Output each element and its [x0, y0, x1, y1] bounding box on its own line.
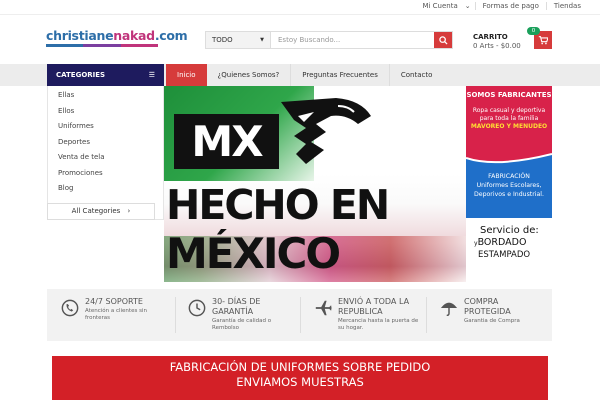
menu-item-preguntas-frecuentes[interactable]: Preguntas Frecuentes [291, 64, 390, 86]
menu-item-contacto[interactable]: Contacto [390, 64, 444, 86]
feature-protection: COMPRA PROTEGIDA Garantia de Compra [440, 297, 550, 333]
promo-subtext: Ropa casual y deportiva para toda la fam… [470, 107, 548, 130]
eagle-icon [281, 98, 371, 164]
menu-item-quienes-somos[interactable]: ¿Quienes Somos? [207, 64, 292, 86]
promo-heading: SOMOS FABRICANTES [466, 91, 552, 99]
chevron-right-icon: › [127, 207, 131, 215]
sidebar-item-ellas[interactable]: Ellas [48, 88, 163, 104]
cart-total: 0 Arts - $0.00 [473, 42, 521, 50]
phone-support-icon [61, 299, 79, 317]
category-sidebar: Ellas Ellos Uniformes Deportes Venta de … [47, 86, 164, 220]
airplane-icon [315, 300, 332, 316]
caret-down-icon: ▼ [260, 37, 264, 43]
feature-divider [175, 297, 176, 333]
sidebar-item-promociones[interactable]: Promociones [48, 166, 163, 182]
bottom-banner-text: FABRICACIÓN DE UNIFORMES SOBRE PEDIDO EN… [169, 360, 431, 389]
search-button[interactable] [434, 32, 452, 48]
promo-fabrication-text: FABRICACIÓN Uniformes Escolares, Deporiv… [474, 173, 544, 198]
cart-count-badge: 0 [527, 27, 540, 35]
payment-methods-link[interactable]: Formas de pago [474, 2, 546, 10]
stores-link[interactable]: Tiendas [545, 2, 588, 10]
search-input[interactable]: Estoy Buscando... [271, 32, 434, 48]
top-utility-bar: Mi Cuenta ⌄ Formas de pago Tiendas [0, 0, 600, 15]
cart-summary[interactable]: CARRITO 0 Arts - $0.00 [473, 33, 521, 50]
my-account-link[interactable]: Mi Cuenta [415, 2, 464, 10]
site-logo[interactable]: christianenakad.com [46, 28, 188, 47]
feature-divider [426, 297, 427, 333]
sidebar-item-uniformes[interactable]: Uniformes [48, 119, 163, 135]
promo-panel[interactable]: SOMOS FABRICANTES Ropa casual y deportiv… [466, 86, 552, 282]
logo-text: christianenakad.com [46, 28, 188, 43]
sidebar-item-blog[interactable]: Blog [48, 181, 163, 197]
cart-icon [538, 36, 548, 45]
sidebar-item-ellos[interactable]: Ellos [48, 104, 163, 120]
sidebar-item-deportes[interactable]: Deportes [48, 135, 163, 151]
umbrella-icon [440, 302, 458, 316]
clock-icon [188, 299, 206, 317]
promo-service-list: yBORDADO ESTAMPADO [474, 237, 531, 260]
banner-mx-box: MX [174, 114, 279, 169]
logo-color-bar [46, 44, 158, 47]
banner-heading-line1: HECHO EN [166, 181, 390, 229]
cart-title: CARRITO [473, 33, 508, 41]
hero-banner[interactable]: MX HECHO EN MÉXICO [164, 86, 466, 282]
promo-service-label: Servicio de: [480, 225, 539, 236]
account-chevron-icon[interactable]: ⌄ [465, 2, 475, 10]
feature-warranty: 30- DÍAS DE GARANTÍA Garantía de calidad… [188, 297, 298, 333]
search-category-select[interactable]: TODO ▼ [206, 32, 271, 48]
features-strip: 24/7 SOPORTE Atención a clientes sin fro… [47, 289, 552, 341]
feature-divider [300, 297, 301, 333]
main-menu: Inicio ¿Quienes Somos? Preguntas Frecuen… [166, 64, 443, 86]
search-icon [438, 35, 448, 45]
utility-links: Mi Cuenta ⌄ Formas de pago Tiendas [415, 2, 588, 10]
banner-heading-line2: MÉXICO [166, 229, 341, 278]
menu-item-inicio[interactable]: Inicio [166, 64, 207, 86]
feature-shipping: ENVIÓ A TODA LA REPUBLICA Mercancia hast… [314, 297, 429, 333]
bottom-promo-banner[interactable]: FABRICACIÓN DE UNIFORMES SOBRE PEDIDO EN… [52, 356, 548, 400]
sidebar-item-venta-de-tela[interactable]: Venta de tela [48, 150, 163, 166]
hamburger-menu-icon: ☰ [148, 71, 155, 79]
categories-button[interactable]: CATEGORIES ☰ [47, 64, 164, 86]
feature-support: 24/7 SOPORTE Atención a clientes sin fro… [61, 297, 171, 333]
search-bar: TODO ▼ Estoy Buscando... [205, 31, 453, 49]
all-categories-button[interactable]: All Categories › [47, 203, 155, 220]
